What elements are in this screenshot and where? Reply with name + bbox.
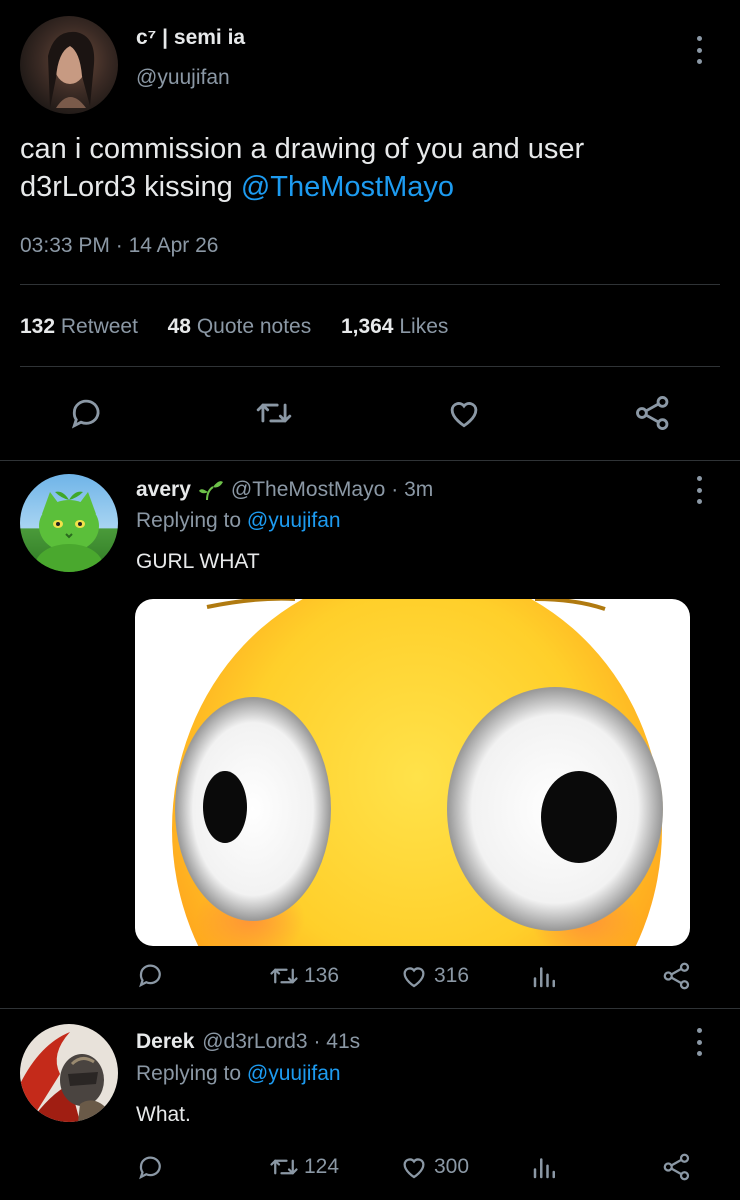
reply-button[interactable] bbox=[68, 394, 106, 432]
divider bbox=[20, 284, 720, 285]
share-button[interactable] bbox=[662, 961, 692, 991]
divider bbox=[0, 1008, 740, 1009]
tweet-text-line2: d3rLord3 kissing bbox=[20, 171, 233, 203]
replying-to: Replying to @yuujifan bbox=[136, 509, 341, 533]
reply-time: · 41s bbox=[313, 1030, 361, 1053]
display-name[interactable]: c⁷ | semi ia bbox=[136, 26, 245, 50]
more-icon[interactable] bbox=[689, 476, 709, 504]
media-image[interactable] bbox=[135, 599, 690, 946]
like-icon bbox=[403, 967, 425, 988]
reply-button[interactable] bbox=[136, 960, 166, 990]
handle[interactable]: @d3rLord3 bbox=[202, 1030, 307, 1053]
more-icon[interactable] bbox=[689, 36, 709, 64]
retweet-button[interactable]: 124 bbox=[268, 1152, 339, 1182]
like-count: 1,364 bbox=[340, 315, 394, 338]
tweet-time: 03:33 PM bbox=[20, 234, 110, 257]
like-icon bbox=[403, 1158, 425, 1179]
more-icon[interactable] bbox=[689, 1028, 709, 1056]
replying-to-link[interactable]: @yuujifan bbox=[247, 1062, 341, 1085]
display-name[interactable]: avery bbox=[136, 478, 191, 502]
display-name[interactable]: Derek bbox=[136, 1030, 194, 1053]
tweet-text-line1: can i commission a drawing of you and us… bbox=[20, 133, 585, 165]
quote-count: 48 bbox=[167, 315, 191, 338]
tweet-stats: 132 Retweet 48 Quote notes 1,364 Likes bbox=[20, 315, 448, 339]
quote-stat[interactable]: 48 Quote notes bbox=[168, 315, 317, 338]
share-button[interactable] bbox=[634, 394, 672, 432]
replying-prefix: Replying to bbox=[136, 509, 242, 532]
reply-icon bbox=[71, 399, 100, 429]
like-count: 316 bbox=[434, 964, 470, 987]
share-icon bbox=[663, 962, 690, 990]
reply-text: What. bbox=[136, 1103, 191, 1126]
avatar[interactable] bbox=[20, 16, 118, 114]
reply-button[interactable] bbox=[136, 1152, 166, 1182]
quote-label: Quote notes bbox=[196, 315, 312, 338]
mention-link[interactable]: @TheMostMayo bbox=[241, 171, 454, 203]
analytics-button[interactable] bbox=[530, 961, 560, 991]
share-icon bbox=[636, 396, 669, 430]
retweet-icon bbox=[256, 403, 292, 423]
like-button[interactable]: 300 bbox=[398, 1152, 469, 1182]
analytics-button[interactable] bbox=[530, 1152, 560, 1182]
like-icon bbox=[450, 402, 478, 428]
reply-icon bbox=[139, 964, 161, 988]
separator: · bbox=[115, 234, 123, 257]
reply-header: Derek @d3rLord3 · 41s bbox=[136, 1030, 360, 1054]
avatar[interactable] bbox=[20, 474, 118, 572]
retweet-count: 132 bbox=[20, 315, 56, 338]
replying-to: Replying to @yuujifan bbox=[136, 1062, 341, 1086]
like-button[interactable] bbox=[444, 394, 484, 432]
avatar[interactable] bbox=[20, 1024, 118, 1122]
retweet-label: Retweet bbox=[60, 315, 138, 338]
share-icon bbox=[663, 1153, 690, 1181]
tweet-date: 14 Apr 26 bbox=[128, 234, 219, 257]
like-button[interactable]: 316 bbox=[398, 961, 469, 991]
retweet-button[interactable]: 136 bbox=[268, 961, 339, 991]
reply-header: avery @TheMostMayo · 3m bbox=[136, 478, 433, 502]
replying-prefix: Replying to bbox=[136, 1062, 242, 1085]
analytics-icon bbox=[533, 1158, 555, 1179]
retweet-count: 124 bbox=[304, 1155, 340, 1178]
like-count: 300 bbox=[434, 1155, 470, 1178]
reply-text: GURL WHAT bbox=[136, 550, 260, 573]
handle[interactable]: @yuujifan bbox=[136, 66, 230, 90]
retweet-count: 136 bbox=[304, 964, 340, 987]
timestamp: 03:33 PM · 14 Apr 26 bbox=[20, 234, 218, 258]
retweet-stat[interactable]: 132 Retweet bbox=[20, 315, 144, 338]
retweet-icon bbox=[270, 1159, 298, 1175]
like-stat[interactable]: 1,364 Likes bbox=[341, 315, 448, 338]
handle[interactable]: @TheMostMayo bbox=[231, 478, 385, 502]
tweet-text: can i commission a drawing of you and us… bbox=[20, 130, 710, 206]
retweet-button[interactable] bbox=[254, 394, 294, 432]
seedling-icon bbox=[198, 479, 223, 501]
share-button[interactable] bbox=[662, 1152, 692, 1182]
replying-to-link[interactable]: @yuujifan bbox=[247, 509, 341, 532]
retweet-icon bbox=[270, 968, 298, 984]
analytics-icon bbox=[533, 967, 555, 988]
like-label: Likes bbox=[399, 315, 449, 338]
divider bbox=[0, 460, 740, 461]
reply-time: · 3m bbox=[391, 478, 434, 501]
reply-icon bbox=[139, 1156, 161, 1180]
divider bbox=[20, 366, 720, 367]
